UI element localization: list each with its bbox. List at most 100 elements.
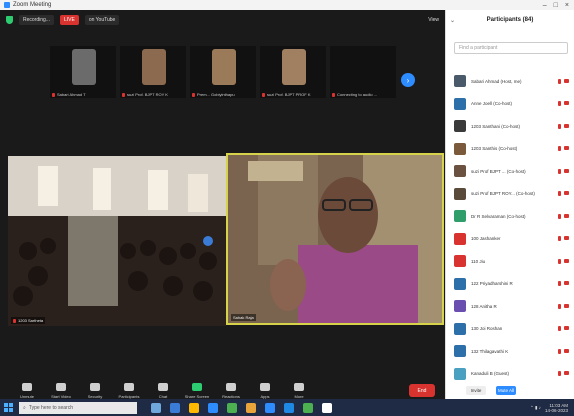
strip-thumbnail[interactable]: Sabari Ahmad T — [50, 46, 116, 98]
taskbar-app-icon[interactable] — [322, 402, 332, 413]
taskbar-app-icon[interactable] — [208, 402, 218, 413]
encryption-shield-icon[interactable] — [6, 16, 13, 24]
participants-button[interactable]: Participants — [112, 382, 146, 399]
panel-popout-icon[interactable]: ⌄ — [450, 17, 455, 24]
muted-mic-icon[interactable] — [558, 101, 561, 107]
participant-row[interactable]: suzi Prof BJPT ROY... (Co-host) — [446, 183, 574, 206]
thumbnail-label: suzi Prof. BJPT ROY K — [122, 92, 168, 97]
unmute-button[interactable]: Unmute — [10, 382, 44, 399]
video-off-icon[interactable] — [564, 281, 569, 286]
participants-icon — [124, 382, 134, 391]
muted-mic-icon[interactable] — [558, 371, 561, 377]
video-off-icon[interactable] — [564, 213, 569, 218]
tray-icons[interactable]: ⌃ ▮ ♪ — [530, 405, 541, 411]
taskbar-app-icon[interactable] — [303, 402, 313, 413]
thumbnail-name: suzi Prof. BJPT ROY K — [127, 92, 168, 97]
share-screen-button[interactable]: Share Screen — [180, 382, 214, 399]
avatar — [454, 210, 466, 223]
close-icon[interactable]: × — [565, 2, 569, 9]
muted-mic-icon[interactable] — [558, 78, 561, 84]
video-off-icon[interactable] — [564, 258, 569, 263]
participant-row[interactable]: 1203 Santhis (Co-host) — [446, 138, 574, 161]
muted-mic-icon[interactable] — [558, 168, 561, 174]
live-platform-label[interactable]: on YouTube — [84, 15, 120, 25]
participant-row[interactable]: Anne Joell (Co-host) — [446, 93, 574, 116]
participant-row[interactable]: 1203 Santhani (Co-host) — [446, 115, 574, 138]
participant-row[interactable]: 110 Jiu — [446, 250, 574, 273]
muted-mic-icon[interactable] — [558, 303, 561, 309]
participant-row[interactable]: 122 Priyadharshini R — [446, 273, 574, 296]
start-video-button[interactable]: Start Video — [44, 382, 78, 399]
taskbar-app-icon[interactable] — [189, 402, 199, 413]
video-off-icon[interactable] — [564, 78, 569, 83]
taskbar-search-input[interactable]: ⌕ Type here to search — [19, 401, 137, 414]
strip-thumbnail[interactable]: suzi Prof. BJPT PROF K — [260, 46, 326, 98]
muted-mic-icon[interactable] — [558, 348, 561, 354]
taskbar-clock[interactable]: 11:03 AM 14-06-2023 — [545, 403, 568, 413]
strip-thumbnail[interactable]: suzi Prof. BJPT ROY K — [120, 46, 186, 98]
video-tile-speaker[interactable]: Sahak Raja — [226, 153, 444, 325]
taskbar-app-icon[interactable] — [227, 402, 237, 413]
live-badge[interactable]: LIVE — [59, 15, 79, 25]
muted-mic-icon — [13, 318, 16, 323]
muted-mic-icon[interactable] — [558, 191, 561, 197]
recording-indicator[interactable]: Recording... — [19, 15, 54, 25]
muted-mic-icon[interactable] — [558, 258, 561, 264]
video-off-icon[interactable] — [564, 236, 569, 241]
video-off-icon[interactable] — [564, 123, 569, 128]
mute-all-button[interactable]: Mute All — [496, 386, 516, 395]
muted-mic-icon[interactable] — [558, 236, 561, 242]
video-name-label: Sahak Raja — [231, 314, 256, 321]
chat-button[interactable]: Chat — [146, 382, 180, 399]
strip-next-arrow-icon[interactable]: › — [401, 73, 415, 87]
video-off-icon[interactable] — [564, 101, 569, 106]
participant-row[interactable]: 132 Thilagavathi K — [446, 340, 574, 363]
taskbar-app-icon[interactable] — [151, 402, 161, 413]
video-off-icon[interactable] — [564, 191, 569, 196]
reactions-button[interactable]: Reactions — [214, 382, 248, 399]
security-button[interactable]: Security — [78, 382, 112, 399]
video-off-icon[interactable] — [564, 371, 569, 376]
avatar — [454, 277, 466, 290]
muted-mic-icon[interactable] — [558, 146, 561, 152]
participant-name: Sabari Ahmad (Host, me) — [471, 78, 522, 84]
minimize-icon[interactable]: – — [543, 2, 547, 9]
participant-search-input[interactable]: Find a participant — [454, 42, 568, 54]
end-meeting-button[interactable]: End — [409, 384, 435, 397]
taskbar-app-icon[interactable] — [284, 402, 294, 413]
maximize-icon[interactable]: □ — [554, 2, 558, 9]
search-icon: ⌕ — [23, 404, 26, 411]
video-off-icon[interactable] — [564, 168, 569, 173]
video-off-icon[interactable] — [564, 348, 569, 353]
strip-thumbnail[interactable]: Connecting to audio ... — [330, 46, 396, 98]
participant-row[interactable]: 130 Joi Roshan — [446, 318, 574, 341]
participant-row[interactable]: Dr R Selvaraman (Co-host) — [446, 205, 574, 228]
participant-row[interactable]: Sabari Ahmad (Host, me) — [446, 70, 574, 93]
video-off-icon[interactable] — [564, 326, 569, 331]
participant-status — [558, 258, 574, 264]
more-button[interactable]: More — [282, 382, 316, 399]
taskbar-app-icon[interactable] — [170, 402, 180, 413]
view-button[interactable]: View — [428, 17, 439, 23]
taskbar-app-icon[interactable] — [246, 402, 256, 413]
apps-button[interactable]: Apps — [248, 382, 282, 399]
muted-mic-icon[interactable] — [558, 326, 561, 332]
participant-row[interactable]: 100 Jashanker — [446, 228, 574, 251]
video-right-name: Sahak Raja — [233, 315, 254, 320]
muted-mic-icon[interactable] — [558, 123, 561, 129]
muted-mic-icon[interactable] — [558, 281, 561, 287]
participant-row[interactable]: suzi Prof BJPT ... (Co-host) — [446, 160, 574, 183]
video-off-icon[interactable] — [564, 303, 569, 308]
video-off-icon[interactable] — [564, 146, 569, 151]
strip-thumbnail[interactable]: Prem... Gobiyinthapu — [190, 46, 256, 98]
muted-mic-icon — [122, 92, 125, 97]
muted-mic-icon[interactable] — [558, 213, 561, 219]
participant-search-placeholder: Find a participant — [459, 45, 498, 51]
control-label: Unmute — [19, 393, 34, 399]
windows-start-icon[interactable] — [4, 403, 13, 412]
muted-mic-icon — [262, 92, 265, 97]
participant-row[interactable]: 128 Anitha R — [446, 295, 574, 318]
video-tile-classroom[interactable]: 1203 Sartheta — [8, 156, 226, 326]
taskbar-app-icon[interactable] — [265, 402, 275, 413]
invite-button[interactable]: Invite — [466, 386, 486, 395]
